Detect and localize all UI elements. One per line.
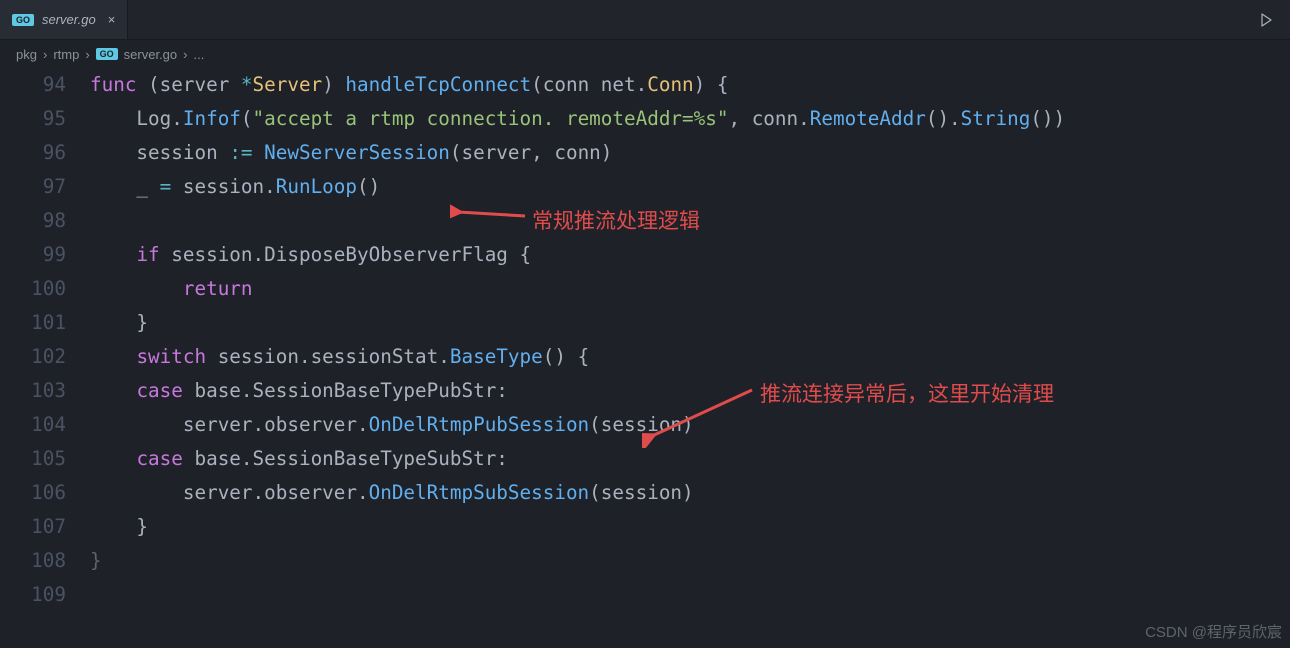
line-number: 103 (0, 374, 66, 408)
crumb-pkg[interactable]: pkg (16, 47, 37, 62)
chevron-right-icon: › (43, 47, 47, 62)
line-number: 101 (0, 306, 66, 340)
chevron-right-icon: › (183, 47, 187, 62)
code-line[interactable]: Log.Infof("accept a rtmp connection. rem… (90, 102, 1065, 136)
go-icon: GO (12, 14, 34, 26)
code-editor[interactable]: 9495969798991001011021031041051061071081… (0, 68, 1290, 612)
code-line[interactable]: server.observer.OnDelRtmpPubSession(sess… (90, 408, 1065, 442)
line-number: 107 (0, 510, 66, 544)
crumb-rtmp[interactable]: rtmp (53, 47, 79, 62)
run-button[interactable] (1242, 0, 1290, 39)
line-number: 105 (0, 442, 66, 476)
code-line[interactable]: _ = session.RunLoop() (90, 170, 1065, 204)
line-number: 96 (0, 136, 66, 170)
line-number: 102 (0, 340, 66, 374)
crumb-ellipsis[interactable]: ... (193, 47, 204, 62)
tab-bar: GO server.go × (0, 0, 1290, 40)
code-line[interactable]: } (90, 510, 1065, 544)
code-line[interactable]: switch session.sessionStat.BaseType() { (90, 340, 1065, 374)
line-number: 94 (0, 68, 66, 102)
code-line[interactable] (90, 578, 1065, 612)
close-icon[interactable]: × (104, 12, 116, 27)
line-number: 109 (0, 578, 66, 612)
code-line[interactable]: func (server *Server) handleTcpConnect(c… (90, 68, 1065, 102)
crumb-file[interactable]: server.go (124, 47, 177, 62)
code-line[interactable]: case base.SessionBaseTypePubStr: (90, 374, 1065, 408)
tab-spacer (128, 0, 1242, 39)
code-line[interactable]: } (90, 306, 1065, 340)
code-line[interactable]: return (90, 272, 1065, 306)
code-line[interactable]: if session.DisposeByObserverFlag { (90, 238, 1065, 272)
line-number: 100 (0, 272, 66, 306)
code-line[interactable]: session := NewServerSession(server, conn… (90, 136, 1065, 170)
line-number: 104 (0, 408, 66, 442)
play-icon (1258, 12, 1274, 28)
watermark: CSDN @程序员欣宸 (1145, 621, 1282, 642)
line-number: 106 (0, 476, 66, 510)
tab-filename: server.go (42, 12, 96, 27)
code-content[interactable]: func (server *Server) handleTcpConnect(c… (90, 68, 1065, 612)
line-number: 99 (0, 238, 66, 272)
code-line[interactable]: case base.SessionBaseTypeSubStr: (90, 442, 1065, 476)
code-line[interactable]: server.observer.OnDelRtmpSubSession(sess… (90, 476, 1065, 510)
code-line[interactable]: } (90, 544, 1065, 578)
go-icon: GO (96, 48, 118, 60)
chevron-right-icon: › (85, 47, 89, 62)
file-tab[interactable]: GO server.go × (0, 0, 128, 39)
line-number: 97 (0, 170, 66, 204)
line-number: 95 (0, 102, 66, 136)
line-number: 98 (0, 204, 66, 238)
breadcrumb[interactable]: pkg › rtmp › GO server.go › ... (0, 40, 1290, 68)
code-line[interactable] (90, 204, 1065, 238)
line-number-gutter: 9495969798991001011021031041051061071081… (0, 68, 90, 612)
line-number: 108 (0, 544, 66, 578)
